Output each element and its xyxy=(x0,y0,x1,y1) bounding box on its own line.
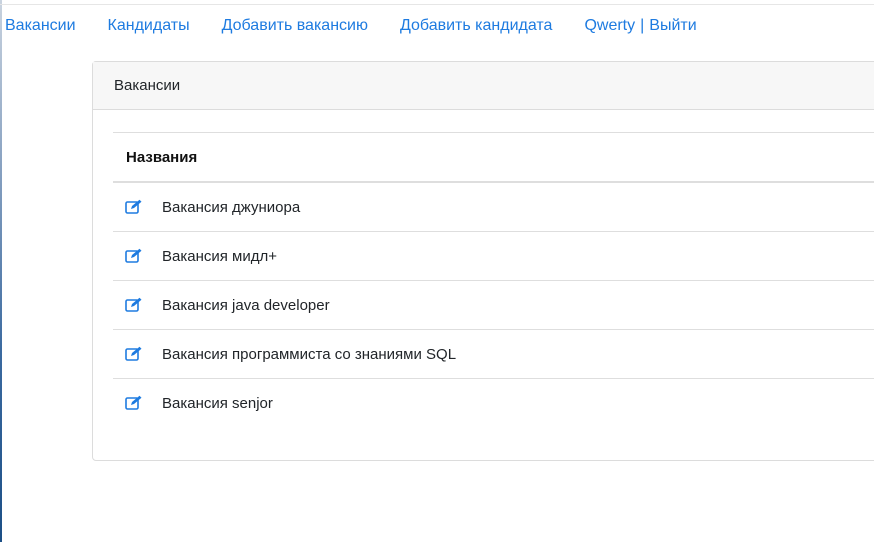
edit-icon[interactable] xyxy=(125,346,143,362)
edit-icon[interactable] xyxy=(125,248,143,264)
table-row: Вакансия senjor xyxy=(113,379,874,428)
table-row: Вакансия джуниора xyxy=(113,182,874,232)
table-row: Вакансия программиста со знаниями SQL xyxy=(113,329,874,379)
user-logout-link: Qwerty | Выйти xyxy=(584,17,696,35)
vacancy-cell-content: Вакансия senjor xyxy=(113,395,874,412)
window-left-edge xyxy=(0,0,2,542)
nav-link-vacancies[interactable]: Вакансии xyxy=(5,17,76,35)
vacancies-card: Вакансии Названия Вакансия джуниора Вакан… xyxy=(92,61,874,461)
vacancy-cell: Вакансия java developer xyxy=(113,280,874,330)
vacancy-cell-content: Вакансия мидл+ xyxy=(113,248,874,265)
vacancy-cell: Вакансия джуниора xyxy=(113,182,874,232)
edit-icon[interactable] xyxy=(125,199,143,215)
table-header-row: Названия xyxy=(113,132,874,183)
vacancy-name: Вакансия мидл+ xyxy=(162,247,277,265)
vacancy-cell-content: Вакансия программиста со знаниями SQL xyxy=(113,346,874,363)
user-name-link[interactable]: Qwerty xyxy=(584,17,635,35)
card-header: Вакансии xyxy=(93,62,874,110)
vacancies-table: Названия Вакансия джуниора Вакансия мидл+… xyxy=(113,132,874,427)
table-row: Вакансия мидл+ xyxy=(113,231,874,281)
nav-separator: | xyxy=(640,17,645,34)
edit-icon[interactable] xyxy=(125,297,143,313)
vacancy-cell: Вакансия senjor xyxy=(113,379,874,428)
vacancy-name: Вакансия программиста со знаниями SQL xyxy=(162,345,457,363)
card-title: Вакансии xyxy=(114,77,181,94)
vacancy-name: Вакансия java developer xyxy=(162,296,330,314)
table-row: Вакансия java developer xyxy=(113,280,874,330)
top-divider xyxy=(0,4,874,5)
vacancy-name: Вакансия джуниора xyxy=(162,198,301,216)
nav-link-candidates[interactable]: Кандидаты xyxy=(108,17,190,35)
vacancy-cell-content: Вакансия джуниора xyxy=(113,199,874,216)
column-header-names: Названия xyxy=(113,132,874,183)
vacancy-cell-content: Вакансия java developer xyxy=(113,297,874,314)
vacancy-cell: Вакансия мидл+ xyxy=(113,231,874,281)
nav-link-add-candidate[interactable]: Добавить кандидата xyxy=(400,17,552,35)
logout-link[interactable]: Выйти xyxy=(649,17,696,35)
vacancy-name: Вакансия senjor xyxy=(162,394,273,412)
edit-icon[interactable] xyxy=(125,395,143,411)
top-navigation: Вакансии Кандидаты Добавить вакансию Доб… xyxy=(0,13,697,39)
nav-link-add-vacancy[interactable]: Добавить вакансию xyxy=(222,17,368,35)
vacancy-cell: Вакансия программиста со знаниями SQL xyxy=(113,329,874,379)
